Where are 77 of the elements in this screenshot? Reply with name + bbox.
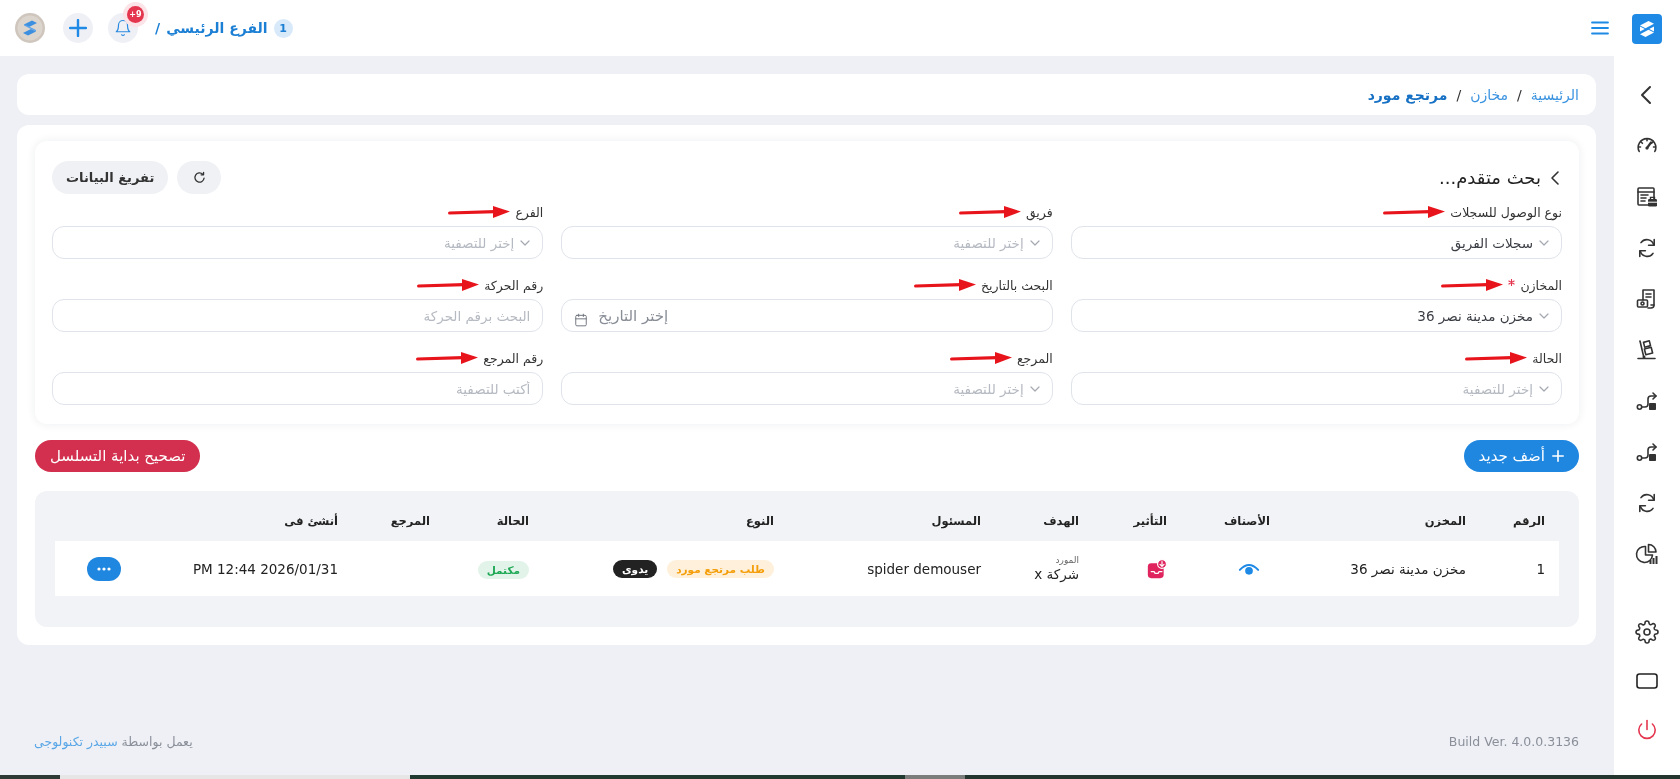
add-button[interactable]: [63, 13, 93, 43]
caret-icon: [520, 239, 531, 246]
logo-icon: [15, 13, 45, 43]
date-field[interactable]: إختر التاريخ: [561, 299, 1053, 332]
field-label: المخازن: [1520, 277, 1562, 293]
branch-name[interactable]: الفرع الرئيسي: [166, 20, 268, 36]
power-icon[interactable]: [1635, 717, 1659, 742]
field-label: رقم الحركة: [484, 277, 544, 293]
field-label: الحالة: [1532, 350, 1562, 366]
target-label: المورد: [1055, 555, 1079, 565]
input-field[interactable]: أكتب للتصفية: [52, 372, 544, 405]
breadcrumb-current: مرتجع مورد: [1367, 86, 1448, 103]
breadcrumb-link[interactable]: الرئيسية: [1530, 86, 1579, 103]
caret-icon: [1029, 385, 1040, 392]
column-header: التأثير: [1132, 514, 1167, 528]
plus-icon: [69, 19, 87, 37]
table-cell-text: spider demouser: [866, 560, 981, 577]
column-header: النوع: [744, 514, 774, 528]
select-field[interactable]: إختر للتصفية: [52, 226, 544, 259]
fix-sequence-button[interactable]: تصحيح بداية التسلسل: [35, 440, 201, 472]
select-field[interactable]: مخزن مدينة نصر 36: [1070, 299, 1562, 332]
table-cell: PM 12:44 2026/01/31: [192, 560, 338, 577]
column-header: المرجع: [389, 514, 430, 528]
column-header: الأصناف: [1223, 514, 1270, 528]
table-cell-text: مخزن مدينة نصر 36: [1349, 560, 1466, 577]
field-label: نوع الوصول للسجلات: [1450, 204, 1562, 220]
panel-title: بحث متقدم...: [1439, 167, 1541, 188]
select-field[interactable]: سجلات الفريق: [1070, 226, 1562, 259]
plus-icon: [1552, 450, 1564, 462]
more-button[interactable]: [87, 556, 121, 581]
caret-icon: [1539, 312, 1549, 319]
field-label: المرجع: [1016, 350, 1053, 366]
table-cell: شركة x: [1034, 566, 1079, 582]
refresh-icon: [192, 171, 206, 184]
input-field[interactable]: البحث برقم الحركة: [52, 299, 544, 332]
column-header: المخزن: [1423, 514, 1466, 528]
eye-icon[interactable]: [1238, 561, 1260, 576]
type-tag: طلب مرتجع مورد: [667, 559, 774, 578]
table-cell-text: 1: [1535, 560, 1545, 577]
logo-icon: [1632, 14, 1662, 44]
menu-icon[interactable]: [1591, 21, 1609, 35]
clear-data-button[interactable]: تفريغ البيانات: [52, 161, 169, 194]
settings-icon[interactable]: [1635, 619, 1659, 644]
calendar-icon: [574, 313, 589, 327]
caret-icon: [1539, 385, 1549, 392]
building-icon[interactable]: [1635, 184, 1659, 209]
company-link[interactable]: سبيدر تكنولوجى: [34, 734, 118, 749]
field-label: رقم المرجع: [483, 350, 544, 366]
column-header: المسئول: [930, 514, 981, 528]
status-tag: مكتمل: [477, 560, 529, 579]
add-new-button[interactable]: أضف جديد: [1463, 440, 1579, 472]
column-header: الهدف: [1042, 514, 1079, 528]
column-header: الحالة: [495, 514, 529, 528]
select-field[interactable]: إختر للتصفية: [1070, 372, 1562, 405]
breadcrumb-separator: /: [1517, 86, 1522, 103]
powered-by-text: يعمل بواسطة سبيدر تكنولوجى: [34, 734, 193, 749]
field-label: فريق: [1025, 204, 1053, 220]
hand-truck-icon[interactable]: [1635, 337, 1659, 362]
select-field[interactable]: إختر للتصفية: [561, 226, 1053, 259]
field-label: الفرع: [515, 204, 544, 220]
caret-icon: [1539, 239, 1549, 246]
breadcrumb-separator: /: [1456, 86, 1462, 103]
breadcrumb-link[interactable]: مخازن: [1470, 86, 1509, 103]
column-header: الرقم: [1512, 514, 1545, 528]
field-label: البحث بالتاريخ: [981, 277, 1053, 293]
chevron-left-icon[interactable]: [1550, 169, 1560, 186]
select-field[interactable]: إختر للتصفية: [561, 372, 1053, 405]
caret-icon: [1029, 239, 1040, 246]
bell-icon: [114, 19, 132, 37]
build-version: Build Ver. 4.0.0.3136: [1448, 734, 1579, 749]
separator: /: [155, 20, 161, 36]
refresh-button[interactable]: [177, 161, 222, 194]
type-tag: يدوى: [613, 559, 658, 578]
column-header: أنشئ فى: [283, 514, 338, 528]
branch-number[interactable]: 1: [273, 18, 293, 38]
ellipsis-icon: [97, 566, 111, 571]
pie-chart-icon[interactable]: [1635, 541, 1659, 566]
